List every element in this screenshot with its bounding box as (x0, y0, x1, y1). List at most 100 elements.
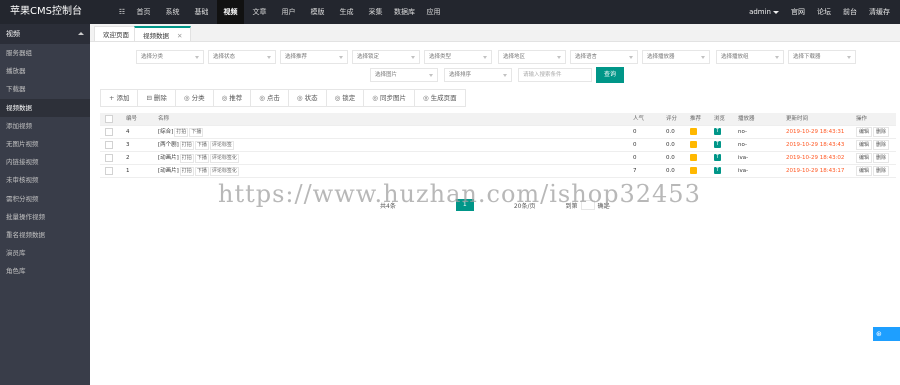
topnav-item[interactable]: 采集 (362, 0, 389, 24)
filter-select[interactable]: 选择下载器 (788, 50, 856, 64)
filter-select[interactable]: 选择语言 (570, 50, 638, 64)
recommend-badge[interactable] (690, 141, 697, 148)
admin-menu[interactable]: admin (737, 8, 779, 16)
chat-float-icon[interactable]: ⊛ (873, 327, 900, 341)
sidebar-item[interactable]: 演员库 (0, 244, 90, 262)
edit-button[interactable]: 编辑 (856, 153, 873, 163)
topnav-item[interactable]: 文章 (246, 0, 273, 24)
sidebar-item[interactable]: 无图片视频 (0, 135, 90, 153)
sidebar-item[interactable]: 添加视频 (0, 117, 90, 135)
row-tag-button[interactable]: 下播 (194, 154, 209, 163)
row-tag-button[interactable]: 打拍 (174, 128, 189, 137)
topnav-item[interactable]: 系统 (159, 0, 186, 24)
delete-button[interactable]: 删除 (873, 140, 890, 150)
topnav-item[interactable]: 生成 (333, 0, 360, 24)
video-table: 编号 名称 人气 评分 推荐 浏览 播放器 更新时间 操作 4 [综合] 打拍 下播 0 0.0 Tno- 20… (100, 113, 896, 178)
action-button[interactable]: ◎ 分类 (174, 89, 213, 107)
plus-icon: + (109, 94, 115, 102)
action-button[interactable]: ◎ 锁定 (325, 89, 364, 107)
filter-select[interactable]: 选择类型 (424, 50, 492, 64)
action-button[interactable]: ◎ 点击 (250, 89, 288, 107)
filter-select[interactable]: 选择图片 (370, 68, 438, 82)
edit-button[interactable]: 编辑 (856, 127, 873, 137)
close-icon[interactable]: ✕ (177, 32, 182, 40)
topnav-item[interactable]: 模版 (304, 0, 331, 24)
search-input[interactable]: 请输入搜索条件 (518, 68, 592, 82)
video-name[interactable]: [综合] (158, 129, 173, 135)
row-tag-button[interactable]: 评论标签化 (209, 154, 239, 163)
sidebar-item[interactable]: 视频数据 (0, 98, 90, 117)
cell-score: 0.0 (666, 168, 675, 174)
filter-select[interactable]: 选择排序 (444, 68, 512, 82)
sidebar-item[interactable]: 下载器 (0, 80, 90, 98)
cell-recommend (690, 126, 697, 138)
action-button[interactable]: ◎ 同步图片 (363, 89, 414, 107)
sidebar-item[interactable]: 服务器组 (0, 44, 90, 62)
row-checkbox[interactable] (105, 141, 113, 149)
sidebar-item[interactable]: 未审核视频 (0, 171, 90, 189)
sidebar-item[interactable]: 重名视频数据 (0, 226, 90, 244)
row-tag-button[interactable]: 评论标签 (209, 141, 234, 150)
row-checkbox[interactable] (105, 128, 113, 136)
view-badge[interactable]: T (714, 141, 721, 148)
view-badge[interactable]: T (714, 167, 721, 174)
edit-button[interactable]: 编辑 (856, 166, 873, 176)
action-button[interactable]: ◎ 推荐 (212, 89, 251, 107)
sidebar-item[interactable]: 需积分视频 (0, 190, 90, 208)
video-name[interactable]: [动画片] (158, 155, 179, 161)
sidebar-item[interactable]: 角色库 (0, 262, 90, 280)
sidebar-item[interactable]: 播放器 (0, 62, 90, 80)
menu-icon[interactable]: ☷ (116, 0, 128, 24)
admin-name: admin (749, 8, 771, 16)
filter-select[interactable]: 选择分类 (136, 50, 204, 64)
search-button[interactable]: 查询 (596, 67, 624, 83)
action-button[interactable]: ◎ 状态 (287, 89, 326, 107)
topnav-item[interactable]: 用户 (275, 0, 302, 24)
delete-button[interactable]: 删除 (873, 127, 890, 137)
tab-welcome[interactable]: 欢迎页面 (94, 26, 138, 42)
row-tag-button[interactable]: 下播 (194, 167, 209, 176)
sidebar-item[interactable]: 批量操作视频 (0, 208, 90, 226)
recommend-badge[interactable] (690, 128, 697, 135)
row-tag-button[interactable]: 打拍 (179, 167, 194, 176)
row-tag-button[interactable]: 下播 (194, 141, 209, 150)
row-tag-button[interactable]: 打拍 (179, 154, 194, 163)
recommend-badge[interactable] (690, 154, 697, 161)
view-badge[interactable]: T (714, 154, 721, 161)
row-tag-button[interactable]: 打拍 (179, 141, 194, 150)
tab-video-data[interactable]: 视频数据 ✕ (134, 26, 192, 42)
link-clear-cache[interactable]: 清缓存 (869, 7, 890, 17)
delete-button[interactable]: 删除 (873, 153, 890, 163)
video-name[interactable]: [两个剧] (158, 142, 179, 148)
link-forum[interactable]: 论坛 (817, 7, 831, 17)
filter-select[interactable]: 选择播放组 (716, 50, 784, 64)
filter-select[interactable]: 选择播放器 (642, 50, 710, 64)
action-button[interactable]: ⊟ 删除 (137, 89, 175, 107)
sidebar-header[interactable]: 视频 (0, 24, 90, 44)
filter-select[interactable]: 选择状态 (208, 50, 276, 64)
select-all-checkbox[interactable] (105, 115, 113, 123)
topnav-item[interactable]: 首页 (130, 0, 157, 24)
view-badge[interactable]: T (714, 128, 721, 135)
topnav-item[interactable]: 基础 (188, 0, 215, 24)
topnav-item[interactable]: 应用 (420, 0, 447, 24)
action-button[interactable]: ◎ 生成页面 (413, 89, 466, 107)
filter-select[interactable]: 选择推荐 (280, 50, 348, 64)
link-official[interactable]: 官网 (791, 7, 805, 17)
filter-select[interactable]: 选择地区 (498, 50, 566, 64)
edit-button[interactable]: 编辑 (856, 140, 873, 150)
topnav-item[interactable]: 数据库 (391, 0, 418, 24)
link-frontend[interactable]: 前台 (843, 7, 857, 17)
filter-select[interactable]: 选择锁定 (352, 50, 420, 64)
action-button[interactable]: + 添加 (100, 89, 138, 107)
row-tag-button[interactable]: 下播 (189, 128, 204, 137)
recommend-badge[interactable] (690, 167, 697, 174)
row-checkbox[interactable] (105, 167, 113, 175)
video-name[interactable]: [动画片] (158, 168, 179, 174)
row-checkbox[interactable] (105, 154, 113, 162)
row-tag-button[interactable]: 评论标签化 (209, 167, 239, 176)
cell-score: 0.0 (666, 155, 675, 161)
topnav-item[interactable]: 视频 (217, 0, 244, 24)
delete-button[interactable]: 删除 (873, 166, 890, 176)
sidebar-item[interactable]: 内链接视频 (0, 153, 90, 171)
